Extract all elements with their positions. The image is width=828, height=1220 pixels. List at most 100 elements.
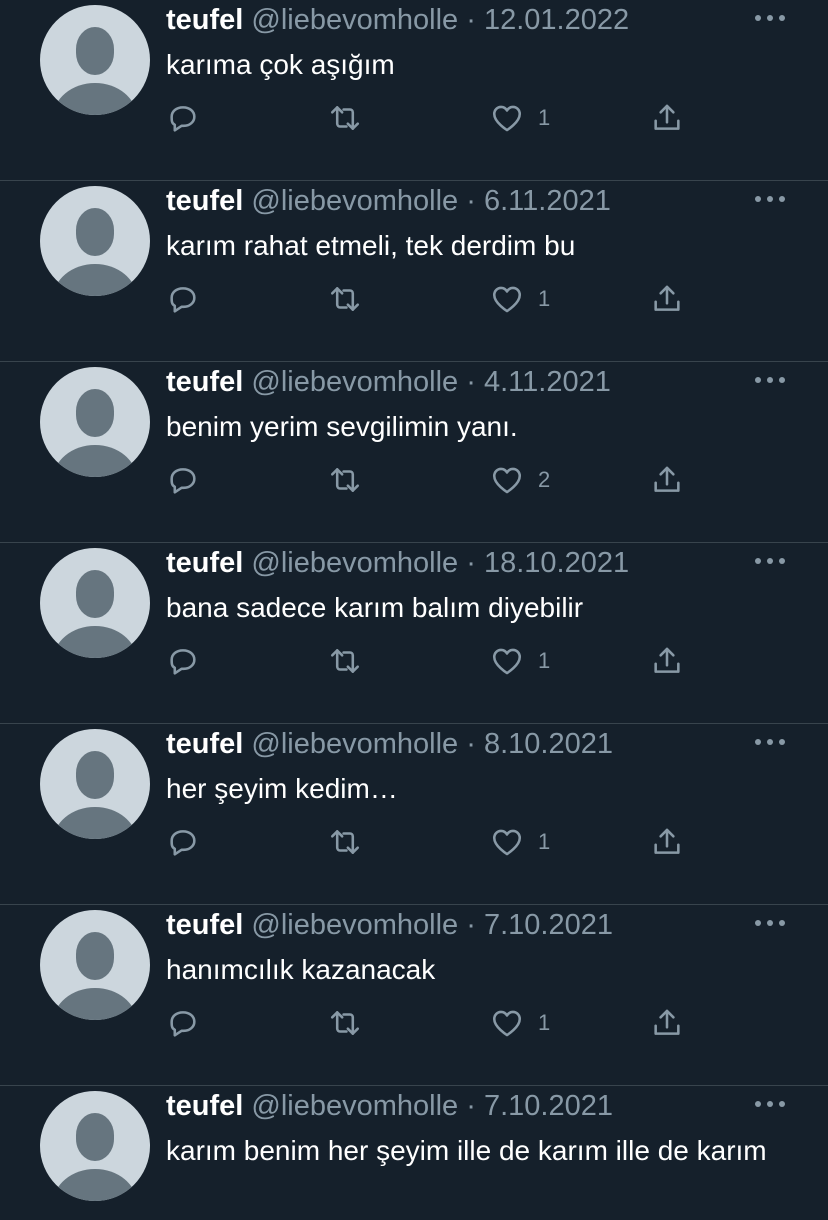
retweet-button[interactable] (328, 100, 362, 136)
retweet-icon (330, 1011, 360, 1035)
like-count: 1 (538, 105, 551, 130)
reply-icon (170, 106, 196, 132)
separator: · (458, 1090, 484, 1122)
tweet-text: karım rahat etmeli, tek derdim bu (166, 230, 576, 261)
retweet-button[interactable] (328, 1005, 362, 1041)
like-button[interactable]: 1 (490, 643, 550, 679)
like-button[interactable]: 1 (490, 281, 550, 317)
reply-icon (170, 287, 196, 313)
tweet-text: karım benim her şeyim ille de karım ille… (166, 1135, 767, 1166)
share-button[interactable] (650, 100, 684, 136)
tweet[interactable]: teufel @liebevomholle · 8.10.2021 her şe… (0, 724, 828, 905)
tweet-date[interactable]: 8.10.2021 (484, 728, 613, 760)
user-handle[interactable]: @liebevomholle (251, 909, 458, 941)
avatar[interactable] (40, 548, 150, 658)
tweet[interactable]: teufel @liebevomholle · 12.01.2022 karım… (0, 0, 828, 181)
user-name[interactable]: teufel (166, 909, 243, 941)
tweet-actions: 1 (166, 643, 706, 679)
separator: · (458, 909, 484, 941)
tweet-date[interactable]: 12.01.2022 (484, 4, 629, 36)
avatar[interactable] (40, 910, 150, 1020)
more-icon[interactable] (752, 547, 788, 575)
separator: · (458, 185, 484, 217)
more-icon[interactable] (752, 909, 788, 937)
tweet-actions: 1 (166, 824, 706, 860)
more-icon[interactable] (752, 185, 788, 213)
user-handle[interactable]: @liebevomholle (251, 185, 458, 217)
reply-button[interactable] (166, 824, 200, 860)
tweet-date[interactable]: 7.10.2021 (484, 909, 613, 941)
user-handle[interactable]: @liebevomholle (251, 547, 458, 579)
heart-icon (492, 105, 522, 132)
separator: · (458, 4, 484, 36)
avatar[interactable] (40, 1091, 150, 1201)
tweet[interactable]: teufel @liebevomholle · 7.10.2021 karım … (0, 1086, 828, 1220)
avatar[interactable] (40, 367, 150, 477)
tweet-date[interactable]: 4.11.2021 (484, 366, 611, 398)
heart-icon (492, 286, 522, 313)
more-icon[interactable] (752, 1090, 788, 1118)
reply-button[interactable] (166, 462, 200, 498)
avatar[interactable] (40, 5, 150, 115)
retweet-button[interactable] (328, 643, 362, 679)
tweet-date[interactable]: 7.10.2021 (484, 1090, 613, 1122)
user-name[interactable]: teufel (166, 728, 243, 760)
share-icon (654, 647, 680, 673)
share-button[interactable] (650, 1005, 684, 1041)
share-button[interactable] (650, 462, 684, 498)
tweet-header: teufel @liebevomholle · 18.10.2021 (166, 545, 629, 581)
retweet-button[interactable] (328, 824, 362, 860)
like-button[interactable]: 1 (490, 1005, 550, 1041)
tweet-date[interactable]: 18.10.2021 (484, 547, 629, 579)
share-button[interactable] (650, 824, 684, 860)
user-name[interactable]: teufel (166, 547, 243, 579)
more-icon[interactable] (752, 366, 788, 394)
tweet-header: teufel @liebevomholle · 12.01.2022 (166, 2, 629, 38)
retweet-button[interactable] (328, 281, 362, 317)
reply-button[interactable] (166, 1005, 200, 1041)
like-count: 1 (538, 829, 551, 854)
tweet-date[interactable]: 6.11.2021 (484, 185, 611, 217)
tweet-text: hanımcılık kazanacak (166, 954, 436, 985)
tweet[interactable]: teufel @liebevomholle · 4.11.2021 benim … (0, 362, 828, 543)
retweet-icon (330, 468, 360, 492)
share-button[interactable] (650, 281, 684, 317)
tweet-header: teufel @liebevomholle · 6.11.2021 (166, 183, 611, 219)
user-name[interactable]: teufel (166, 185, 243, 217)
like-count: 1 (538, 286, 551, 311)
retweet-button[interactable] (328, 462, 362, 498)
like-button[interactable]: 1 (490, 100, 550, 136)
like-button[interactable]: 1 (490, 824, 550, 860)
reply-icon (170, 649, 196, 675)
user-handle[interactable]: @liebevomholle (251, 1090, 458, 1122)
user-handle[interactable]: @liebevomholle (251, 366, 458, 398)
reply-icon (170, 468, 196, 494)
heart-icon (492, 467, 522, 494)
like-count: 1 (538, 1010, 551, 1035)
more-icon[interactable] (752, 4, 788, 32)
like-count: 2 (538, 467, 551, 492)
more-icon[interactable] (752, 728, 788, 756)
reply-button[interactable] (166, 281, 200, 317)
heart-icon (492, 829, 522, 856)
like-button[interactable]: 2 (490, 462, 550, 498)
tweet[interactable]: teufel @liebevomholle · 18.10.2021 bana … (0, 543, 828, 724)
reply-icon (170, 830, 196, 856)
avatar[interactable] (40, 186, 150, 296)
user-name[interactable]: teufel (166, 1090, 243, 1122)
user-handle[interactable]: @liebevomholle (251, 4, 458, 36)
tweet-actions: 1 (166, 281, 706, 317)
tweet[interactable]: teufel @liebevomholle · 7.10.2021 hanımc… (0, 905, 828, 1086)
reply-button[interactable] (166, 643, 200, 679)
reply-button[interactable] (166, 100, 200, 136)
user-name[interactable]: teufel (166, 366, 243, 398)
share-icon (654, 1009, 680, 1035)
tweet[interactable]: teufel @liebevomholle · 6.11.2021 karım … (0, 181, 828, 362)
user-handle[interactable]: @liebevomholle (251, 728, 458, 760)
share-button[interactable] (650, 643, 684, 679)
avatar[interactable] (40, 729, 150, 839)
user-name[interactable]: teufel (166, 4, 243, 36)
tweet-header: teufel @liebevomholle · 7.10.2021 (166, 907, 613, 943)
tweet-text: karıma çok aşığım (166, 49, 395, 80)
separator: · (458, 366, 484, 398)
